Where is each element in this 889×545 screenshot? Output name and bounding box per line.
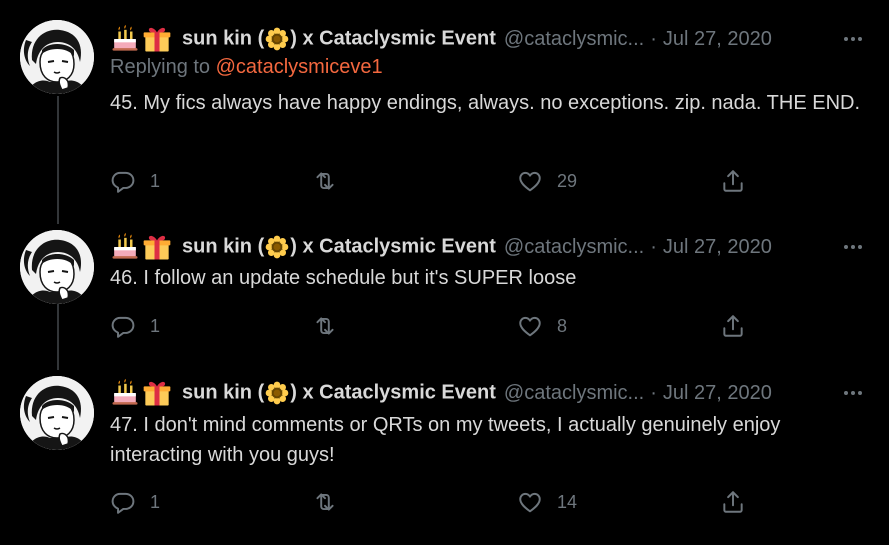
user-handle[interactable]: @cataclysmic... xyxy=(504,28,644,51)
display-name[interactable]: sun kin ( ) x Cataclysmic Event xyxy=(182,381,496,405)
tweet-text: 47. I don't mind comments or QRTs on my … xyxy=(110,414,781,466)
reply-button-icon xyxy=(110,168,136,194)
sunflower-icon xyxy=(265,235,289,259)
tweet-header: sun kin ( ) x Cataclysmic Event @cataclysm… xyxy=(110,24,772,54)
user-handle[interactable]: @cataclysmic... xyxy=(504,236,644,259)
tweet-actions: 1 14 xyxy=(110,487,750,517)
like-button-icon xyxy=(517,489,543,515)
share-button-icon xyxy=(720,489,746,515)
tweet-actions: 1 29 xyxy=(110,166,750,196)
retweet-button-icon xyxy=(312,489,338,515)
reply-button[interactable]: 1 xyxy=(110,166,160,196)
reply-button-count: 1 xyxy=(150,491,161,512)
gift-icon xyxy=(142,232,172,262)
avatar[interactable] xyxy=(20,230,94,304)
user-handle[interactable]: @cataclysmic... xyxy=(504,382,644,405)
mention-link[interactable]: @cataclysmiceve1 xyxy=(216,56,383,78)
share-button[interactable] xyxy=(720,311,746,341)
like-button[interactable]: 29 xyxy=(517,166,577,196)
retweet-button-icon xyxy=(312,168,338,194)
reply-button-icon xyxy=(110,313,136,339)
like-button-count: 29 xyxy=(557,170,578,191)
reply-button[interactable]: 1 xyxy=(110,311,160,341)
tweet[interactable]: sun kin ( ) x Cataclysmic Event @cataclysm… xyxy=(0,210,889,356)
display-name-suffix: ) x Cataclysmic Event xyxy=(290,381,496,404)
share-button-icon xyxy=(720,313,746,339)
like-button[interactable]: 14 xyxy=(517,487,577,517)
separator-dot: · xyxy=(650,381,657,404)
share-button[interactable] xyxy=(720,487,746,517)
display-name[interactable]: sun kin ( ) x Cataclysmic Event xyxy=(182,27,496,51)
birthday-cake-icon xyxy=(110,232,140,262)
retweet-button[interactable] xyxy=(312,311,352,341)
reply-button-icon xyxy=(110,489,136,515)
display-name-prefix: sun kin ( xyxy=(182,381,265,404)
like-button-icon xyxy=(517,168,543,194)
tweet-header: sun kin ( ) x Cataclysmic Event @cataclysm… xyxy=(110,378,772,408)
replying-label: Replying to xyxy=(110,56,211,78)
reply-button-count: 1 xyxy=(150,315,161,336)
tweet-text: 46. I follow an update schedule but it's… xyxy=(110,267,577,289)
tweet-header: sun kin ( ) x Cataclysmic Event @cataclysm… xyxy=(110,232,772,262)
share-button[interactable] xyxy=(720,166,746,196)
retweet-button[interactable] xyxy=(312,487,352,517)
tweet-actions: 18 xyxy=(110,311,750,341)
tweet-text: 45. My fics always have happy endings, a… xyxy=(110,92,861,114)
more-icon[interactable] xyxy=(841,27,865,51)
tweet-date[interactable]: Jul 27, 2020 xyxy=(663,236,772,259)
reply-button-count: 1 xyxy=(150,170,161,191)
tweet[interactable]: sun kin ( ) x Cataclysmic Event @cataclysm… xyxy=(0,0,889,210)
tweet-date[interactable]: Jul 27, 2020 xyxy=(663,28,772,51)
sunflower-icon xyxy=(265,27,289,51)
tweet-thread: sun kin ( ) x Cataclysmic Event @cataclysm… xyxy=(0,0,889,545)
like-button-count: 14 xyxy=(557,491,578,512)
tweet[interactable]: sun kin ( ) x Cataclysmic Event @cataclysm… xyxy=(0,356,889,545)
more-icon[interactable] xyxy=(841,381,865,405)
like-button-count: 8 xyxy=(557,315,568,336)
gift-icon xyxy=(142,24,172,54)
retweet-button[interactable] xyxy=(312,166,352,196)
display-name-prefix: sun kin ( xyxy=(182,235,265,258)
birthday-cake-icon xyxy=(110,378,140,408)
reply-button[interactable]: 1 xyxy=(110,487,160,517)
display-name-prefix: sun kin ( xyxy=(182,27,265,50)
sunflower-icon xyxy=(265,381,289,405)
birthday-cake-icon xyxy=(110,24,140,54)
tweet-date[interactable]: Jul 27, 2020 xyxy=(663,382,772,405)
replying-to: Replying to @cataclysmiceve1 xyxy=(110,56,383,79)
display-name-suffix: ) x Cataclysmic Event xyxy=(290,27,496,50)
display-name-suffix: ) x Cataclysmic Event xyxy=(290,235,496,258)
display-name[interactable]: sun kin ( ) x Cataclysmic Event xyxy=(182,235,496,259)
separator-dot: · xyxy=(650,235,657,258)
gift-icon xyxy=(142,378,172,408)
share-button-icon xyxy=(720,168,746,194)
retweet-button-icon xyxy=(312,313,338,339)
more-icon[interactable] xyxy=(841,235,865,259)
avatar[interactable] xyxy=(20,376,94,450)
separator-dot: · xyxy=(650,27,657,50)
avatar[interactable] xyxy=(20,20,94,94)
like-button-icon xyxy=(517,313,543,339)
like-button[interactable]: 8 xyxy=(517,311,567,341)
